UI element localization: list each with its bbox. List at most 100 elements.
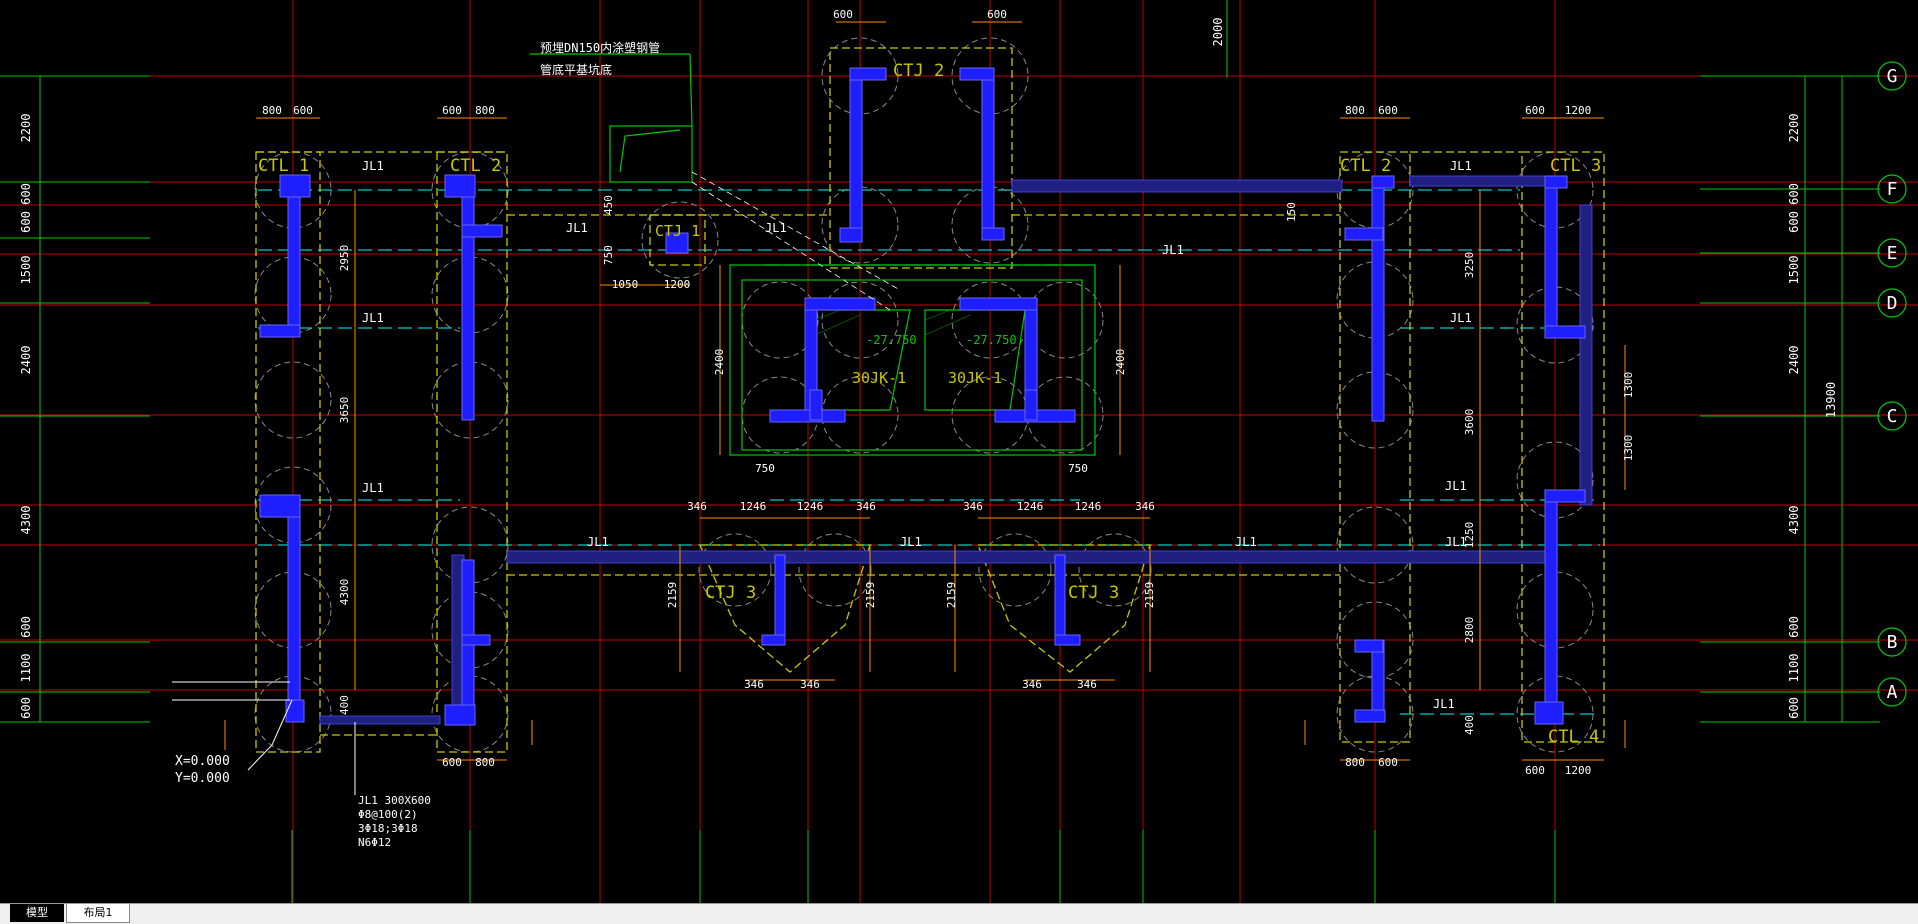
beam-label: JL1 <box>1235 535 1257 549</box>
dim-bot-800-l: 800 <box>475 756 495 769</box>
dim-346-h: 346 <box>1077 678 1097 691</box>
dim-2400-r: 2400 <box>1114 349 1127 376</box>
pit-elevation-left: -27.750 <box>866 333 917 347</box>
beam-label: JL1 <box>362 311 384 325</box>
beam-band-mid <box>506 550 1548 564</box>
beam-label: JL1 <box>566 221 588 235</box>
pit-elevation-right: -27.750 <box>966 333 1017 347</box>
cap-label-ctj3-right: CTJ 3 <box>1068 583 1119 603</box>
axis-label-a: A <box>1887 682 1898 703</box>
dim-left-600b: 600 <box>19 211 33 233</box>
dim-346-c: 346 <box>963 500 983 513</box>
beam-label: JL1 <box>1445 479 1467 493</box>
dim-bot-600-l: 600 <box>442 756 462 769</box>
cap-label-ctl2-right: CTL 2 <box>1340 156 1391 176</box>
dim-150: 150 <box>1285 202 1298 222</box>
dim-2400-l: 2400 <box>713 349 726 376</box>
dim-1246-b: 1246 <box>797 500 824 513</box>
beam-label: JL1 <box>587 535 609 549</box>
dim-top-2000: 2000 <box>1211 18 1225 47</box>
dim-ctj2-600a: 600 <box>833 8 853 21</box>
beam-spec-4: N6Φ12 <box>358 836 391 849</box>
beam-spec-1: JL1 300X600 <box>358 794 431 807</box>
dim-top-800-r: 800 <box>1345 104 1365 117</box>
dim-400-r: 400 <box>1463 715 1476 735</box>
dim-left-2400: 2400 <box>19 346 33 375</box>
pit-label-left: 30JK-1 <box>852 369 906 387</box>
beam-label: JL1 <box>362 159 384 173</box>
dim-2950: 2950 <box>338 245 351 272</box>
cap-label-ctl2-left: CTL 2 <box>450 156 501 176</box>
beam-band-top <box>1011 179 1343 193</box>
dim-right-600c: 600 <box>1787 616 1801 638</box>
dim-ctj2-600b: 600 <box>987 8 1007 21</box>
dim-346-d: 346 <box>1135 500 1155 513</box>
cap-label-ctj1: CTJ 1 <box>655 222 700 240</box>
cap-label-ctl4: CTL 4 <box>1548 727 1599 747</box>
axis-label-c: C <box>1887 406 1898 427</box>
dim-2159-c: 2159 <box>945 582 958 609</box>
dim-4300-v: 4300 <box>338 579 351 606</box>
dim-1050: 1050 <box>612 278 639 291</box>
dim-2159-a: 2159 <box>666 582 679 609</box>
dim-346-b: 346 <box>856 500 876 513</box>
dim-top-600-r2: 600 <box>1525 104 1545 117</box>
dim-346-f: 346 <box>800 678 820 691</box>
beam-label: JL1 <box>900 535 922 549</box>
dim-right-2400: 2400 <box>1787 346 1801 375</box>
dim-2800: 2800 <box>1463 617 1476 644</box>
axis-label-b: B <box>1887 632 1898 653</box>
dim-bot-800-r: 800 <box>1345 756 1365 769</box>
beam-label: JL1 <box>1450 311 1472 325</box>
dim-right-600a: 600 <box>1787 183 1801 205</box>
dim-right-1500: 1500 <box>1787 256 1801 285</box>
tab-layout1[interactable]: 布局1 <box>66 904 130 923</box>
dim-left-2200: 2200 <box>19 114 33 143</box>
note-line-1: 预埋DN150内涂塑钢管 <box>540 40 660 55</box>
axis-label-e: E <box>1887 243 1898 264</box>
dim-3600: 3600 <box>1463 409 1476 436</box>
beam-spec-2: Φ8@100(2) <box>358 808 418 821</box>
dim-2159-b: 2159 <box>864 582 877 609</box>
dim-400-v: 400 <box>338 695 351 715</box>
dim-bot-1200-r2: 1200 <box>1565 764 1592 777</box>
origin-x: X=0.000 <box>175 754 230 769</box>
cap-label-ctj2: CTJ 2 <box>893 61 944 81</box>
tab-model[interactable]: 模型 <box>10 904 64 922</box>
dim-top-1200-r2: 1200 <box>1565 104 1592 117</box>
dim-top-600-r: 600 <box>1378 104 1398 117</box>
dim-top-800-l2: 800 <box>475 104 495 117</box>
dim-top-600-l: 600 <box>293 104 313 117</box>
dim-right-600b: 600 <box>1787 211 1801 233</box>
beam-label: JL1 <box>1433 697 1455 711</box>
dim-right-600d: 600 <box>1787 697 1801 719</box>
dim-2159-d: 2159 <box>1143 582 1156 609</box>
dim-1300-a: 1300 <box>1622 372 1635 399</box>
axis-label-g: G <box>1887 66 1898 87</box>
cap-label-ctj3-left: CTJ 3 <box>705 583 756 603</box>
pit-frame <box>729 264 1096 456</box>
dim-346-g: 346 <box>1022 678 1042 691</box>
dim-top-800-l: 800 <box>262 104 282 117</box>
dim-left-600a: 600 <box>19 183 33 205</box>
beam-label: JL1 <box>1162 243 1184 257</box>
dim-750-l: 750 <box>755 462 775 475</box>
cad-model-canvas[interactable]: G F E D C B A 2200 600 600 1500 2400 430… <box>0 0 1918 903</box>
cap-label-ctl3: CTL 3 <box>1550 156 1601 176</box>
dim-3250: 3250 <box>1463 252 1476 279</box>
beam-band-ctl1 <box>319 715 441 725</box>
beam-band-right-v <box>1579 204 1593 506</box>
dim-left-4300: 4300 <box>19 506 33 535</box>
dim-bot-600-r2: 600 <box>1525 764 1545 777</box>
dim-left-600d: 600 <box>19 697 33 719</box>
beam-label: JL1 <box>1445 535 1467 549</box>
dim-left-1100: 1100 <box>19 654 33 683</box>
dim-450: 450 <box>602 195 615 215</box>
dim-750-v: 750 <box>602 245 615 265</box>
pit-label-right: 30JK-1 <box>948 369 1002 387</box>
dim-1246-a: 1246 <box>740 500 767 513</box>
beam-spec-3: 3Φ18;3Φ18 <box>358 822 418 835</box>
dim-750-r: 750 <box>1068 462 1088 475</box>
dim-top-600-l2: 600 <box>442 104 462 117</box>
layout-tab-bar: 模型 布局1 <box>0 903 1918 924</box>
